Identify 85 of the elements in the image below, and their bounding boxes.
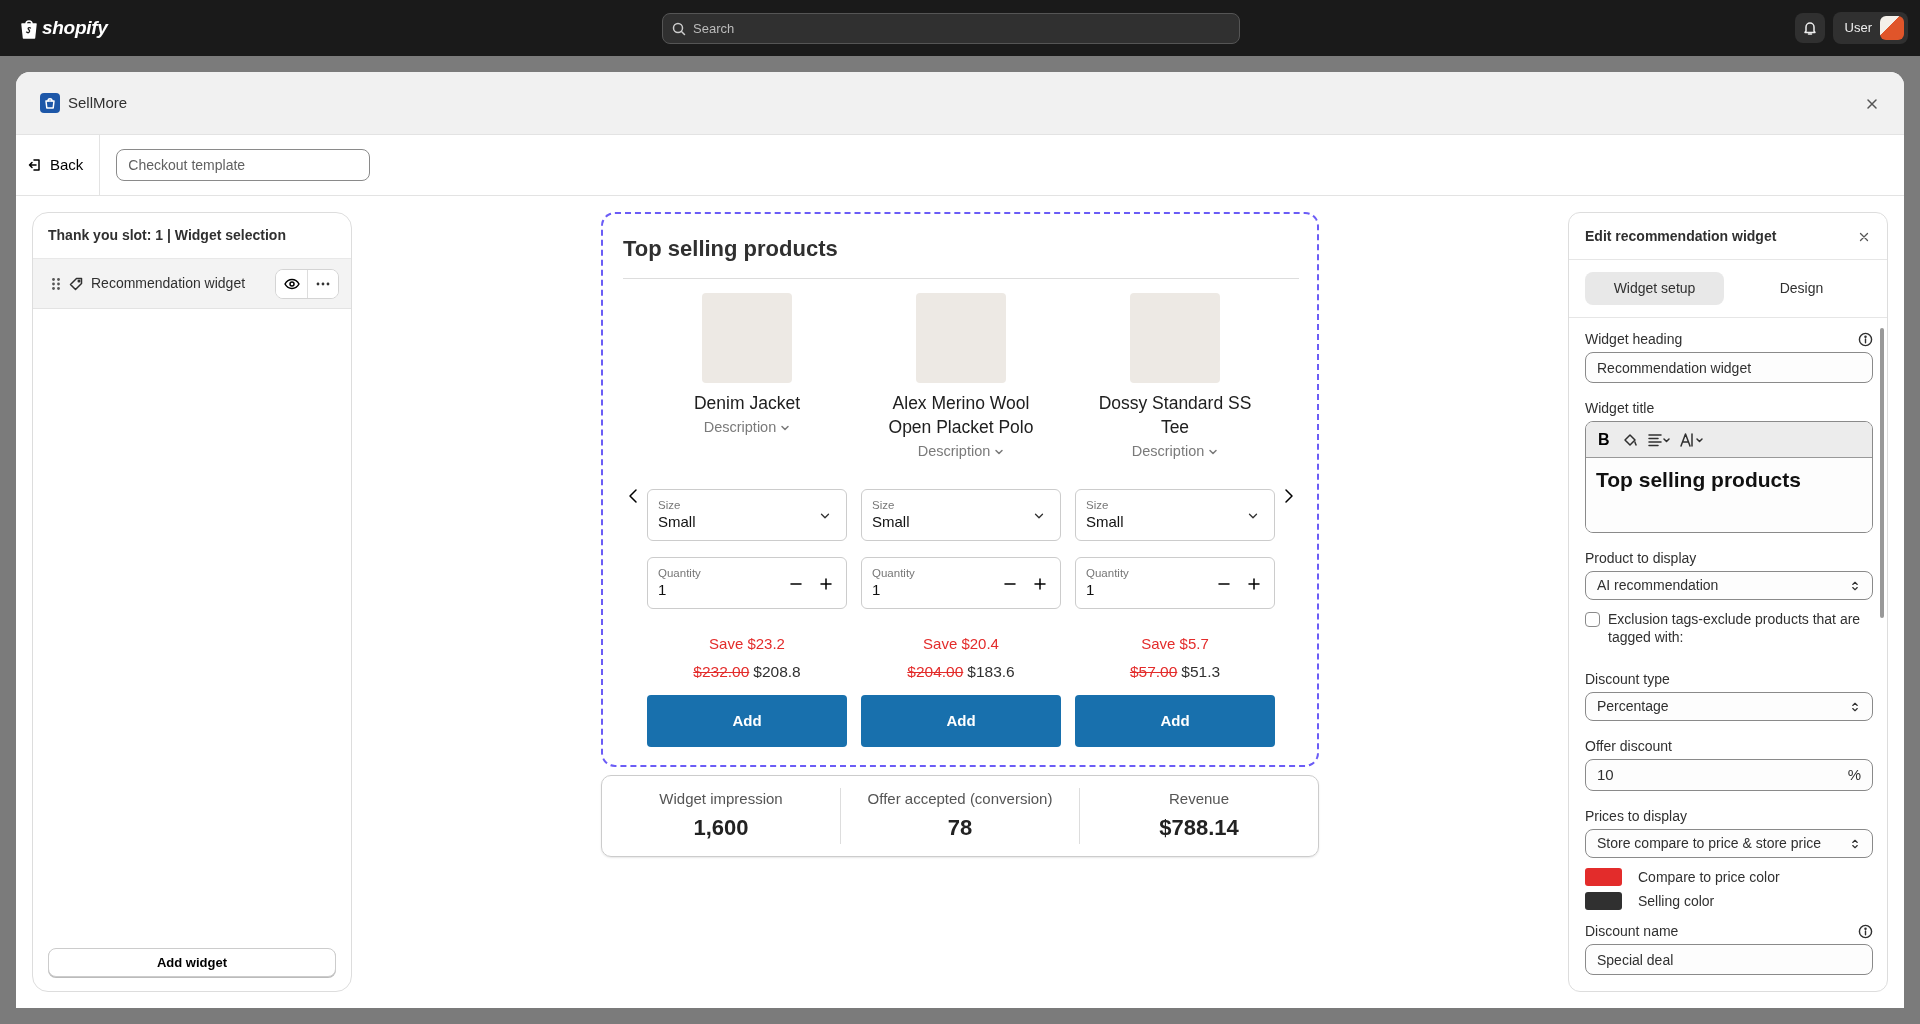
- chevron-right-icon: [1284, 487, 1294, 504]
- field-label: Product to display: [1585, 549, 1697, 567]
- stat-value: 78: [946, 813, 974, 842]
- sale-price: $208.8: [753, 661, 801, 682]
- description-toggle[interactable]: Description: [703, 417, 791, 439]
- plus-icon: [1248, 578, 1260, 590]
- compare-price: $57.00: [1129, 661, 1178, 682]
- product-name: Alex Merino Wool Open Placket Polo: [887, 392, 1035, 439]
- user-menu-button[interactable]: User: [1832, 12, 1908, 44]
- add-button[interactable]: Add: [647, 694, 847, 747]
- search-field[interactable]: Search: [662, 12, 1240, 44]
- shopping-bag-icon: [20, 17, 38, 39]
- template-name-field[interactable]: Checkout template: [116, 149, 371, 181]
- checkbox-label: Exclusion tags-exclude products that are tagged with:: [1608, 610, 1862, 646]
- plus-icon: [820, 578, 832, 590]
- add-widget-button[interactable]: Add widget: [48, 948, 336, 977]
- field-label: Widget heading: [1585, 330, 1683, 348]
- back-button[interactable]: Back: [16, 135, 101, 195]
- select-field[interactable]: AI recommendation: [1585, 571, 1873, 600]
- field-label: Prices to display: [1585, 807, 1687, 825]
- field-label: Discount type: [1585, 670, 1670, 688]
- stat-label: Widget impression: [658, 789, 784, 809]
- notifications-button[interactable]: [1794, 13, 1825, 43]
- compare-price: $204.00: [907, 661, 964, 682]
- color-swatch[interactable]: [1585, 868, 1622, 886]
- widget-list-item[interactable]: Recommendation widget: [33, 259, 351, 309]
- description-toggle[interactable]: Description: [917, 441, 1005, 463]
- widget-heading: Top selling products: [623, 232, 1299, 279]
- savings-text: Save $5.7: [1141, 634, 1209, 654]
- tab[interactable]: Widget setup: [1585, 272, 1724, 305]
- store-avatar-icon: [1880, 16, 1904, 40]
- align-icon[interactable]: [1647, 432, 1670, 447]
- add-button[interactable]: Add: [861, 694, 1061, 747]
- scrollbar[interactable]: [1880, 328, 1884, 618]
- chevron-left-icon: [628, 487, 638, 504]
- field-label: Widget title: [1585, 399, 1655, 417]
- select-field[interactable]: Percentage: [1585, 692, 1873, 721]
- paint-bucket-icon[interactable]: [1621, 431, 1638, 448]
- discount-field[interactable]: 10 %: [1585, 759, 1873, 791]
- sale-price: $51.3: [1181, 661, 1221, 682]
- size-select[interactable]: Size Small: [647, 489, 847, 541]
- select-field[interactable]: Store compare to price & store price: [1585, 829, 1873, 858]
- eye-icon: [283, 277, 300, 290]
- checkbox[interactable]: [1585, 612, 1600, 627]
- percent-suffix: %: [1847, 764, 1861, 785]
- quantity-field[interactable]: Quantity 1: [1075, 557, 1275, 609]
- app-title: SellMore: [68, 92, 128, 113]
- app-logo-icon: [40, 93, 60, 113]
- drag-handle-icon[interactable]: [51, 276, 61, 291]
- quantity-field[interactable]: Quantity 1: [647, 557, 847, 609]
- text-field[interactable]: Recommendation widget: [1585, 352, 1873, 383]
- savings-text: Save $20.4: [923, 634, 999, 654]
- field-label: Discount name: [1585, 922, 1679, 940]
- color-swatch[interactable]: [1585, 892, 1622, 910]
- stat-value: 1,600: [692, 813, 750, 842]
- tab[interactable]: Design: [1732, 272, 1871, 305]
- text-size-icon[interactable]: [1679, 431, 1704, 448]
- plus-icon: [1034, 578, 1046, 590]
- savings-text: Save $23.2: [709, 634, 785, 654]
- text-field[interactable]: Special deal: [1585, 944, 1873, 975]
- color-label: Selling color: [1638, 892, 1715, 910]
- size-select[interactable]: Size Small: [1075, 489, 1275, 541]
- field-label: Offer discount: [1585, 737, 1672, 755]
- product-name: Denim Jacket: [694, 392, 800, 415]
- bell-icon: [1801, 20, 1818, 36]
- product-name: Dossy Standard SS Tee: [1097, 392, 1253, 439]
- sale-price: $183.6: [967, 661, 1015, 682]
- panel-title: Edit recommendation widget: [1585, 226, 1777, 246]
- info-icon[interactable]: [1858, 331, 1873, 347]
- logo-text: shopify: [42, 15, 108, 40]
- compare-price: $232.00: [693, 661, 750, 682]
- description-toggle[interactable]: Description: [1131, 441, 1219, 463]
- add-button[interactable]: Add: [1075, 694, 1275, 747]
- stat-label: Offer accepted (conversion): [866, 789, 1054, 809]
- back-arrow-icon: [28, 158, 42, 172]
- stat-value: $788.14: [1158, 813, 1240, 842]
- bold-button[interactable]: B: [1596, 427, 1612, 452]
- quantity-field[interactable]: Quantity 1: [861, 557, 1061, 609]
- tag-icon: [69, 276, 83, 291]
- stat-label: Revenue: [1167, 789, 1230, 809]
- size-select[interactable]: Size Small: [861, 489, 1061, 541]
- info-icon[interactable]: [1858, 923, 1873, 939]
- search-icon: [672, 21, 686, 36]
- ellipsis-icon: [316, 281, 330, 286]
- color-label: Compare to price color: [1638, 868, 1780, 886]
